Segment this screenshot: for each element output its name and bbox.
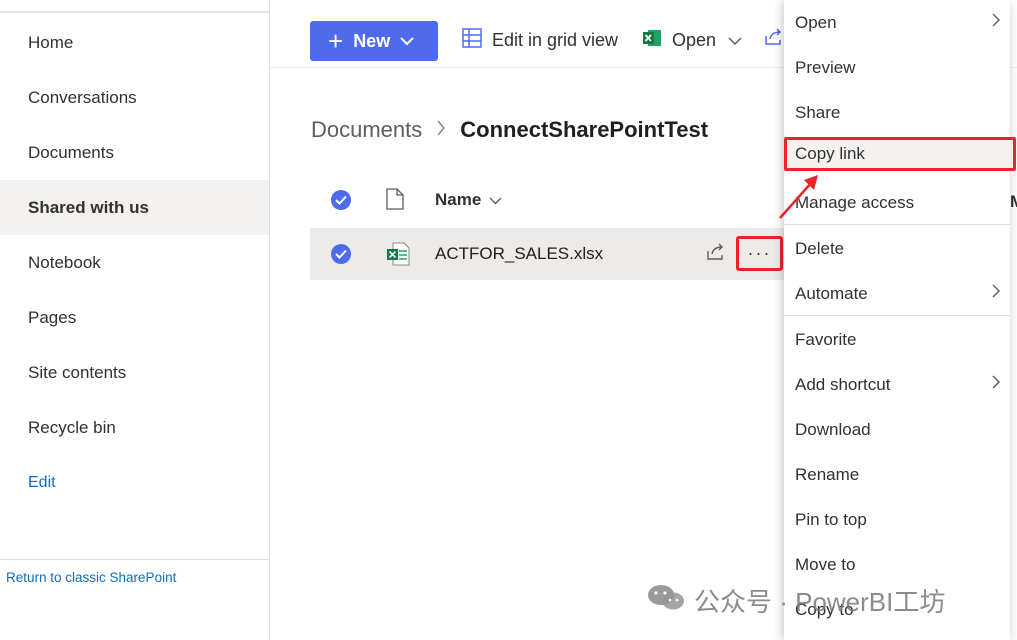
menu-item-rename[interactable]: Rename — [784, 452, 1010, 497]
edit-label: Edit — [28, 473, 56, 491]
table-row[interactable]: ACTFOR_SALES.xlsx ··· — [310, 228, 784, 280]
breadcrumb-current: ConnectSharePointTest — [460, 117, 709, 142]
menu-item-automate[interactable]: Automate — [784, 271, 1010, 316]
watermark: 公众号 · PowerBI工坊 — [646, 582, 945, 619]
nav-item-label: Home — [28, 32, 74, 52]
menu-item-label: Download — [795, 419, 871, 439]
nav-item-shared-with-us[interactable]: Shared with us — [0, 180, 269, 235]
grid-icon — [462, 28, 482, 53]
context-menu: Open Preview Share Copy link Manage acce… — [784, 0, 1010, 640]
share-icon[interactable] — [706, 243, 726, 266]
menu-item-label: Delete — [795, 238, 845, 258]
share-icon — [764, 28, 784, 51]
return-to-classic-link[interactable]: Return to classic SharePoint — [6, 570, 176, 585]
select-all-checkbox[interactable] — [331, 190, 351, 210]
nav-item-label: Conversations — [28, 87, 137, 107]
nav-item-pages[interactable]: Pages — [0, 290, 269, 345]
menu-item-share[interactable]: Share — [784, 90, 1010, 135]
new-button[interactable]: + New — [310, 21, 438, 61]
nav-item-label: Pages — [28, 307, 77, 327]
top-divider — [0, 11, 270, 13]
menu-item-move-to[interactable]: Move to — [784, 542, 1010, 587]
menu-item-pin-to-top[interactable]: Pin to top — [784, 497, 1010, 542]
menu-item-label: Rename — [795, 464, 860, 484]
left-navigation: Home Conversations Documents Shared with… — [0, 0, 270, 640]
name-column-header[interactable]: Name — [435, 190, 502, 210]
menu-item-label: Pin to top — [795, 509, 867, 529]
nav-item-label: Recycle bin — [28, 417, 116, 437]
menu-item-label: Share — [795, 102, 841, 122]
file-type-icon — [386, 188, 404, 215]
menu-divider — [784, 315, 1010, 316]
menu-item-favorite[interactable]: Favorite — [784, 317, 1010, 362]
share-toolbar-button[interactable] — [764, 28, 784, 51]
nav-edit-link[interactable]: Edit — [0, 455, 269, 510]
nav-item-recycle-bin[interactable]: Recycle bin — [0, 400, 269, 455]
menu-item-label: Open — [795, 12, 837, 32]
nav-item-notebook[interactable]: Notebook — [0, 235, 269, 290]
menu-item-preview[interactable]: Preview — [784, 45, 1010, 90]
menu-item-open[interactable]: Open — [784, 0, 1010, 45]
nav-item-conversations[interactable]: Conversations — [0, 70, 269, 125]
more-actions-button[interactable]: ··· — [736, 236, 783, 271]
breadcrumb-root[interactable]: Documents — [311, 117, 422, 143]
chevron-right-icon — [436, 120, 446, 141]
chevron-right-icon — [992, 13, 1000, 32]
menu-item-add-shortcut[interactable]: Add shortcut — [784, 362, 1010, 407]
file-name[interactable]: ACTFOR_SALES.xlsx — [435, 244, 603, 264]
nav-item-documents[interactable]: Documents — [0, 125, 269, 180]
excel-file-icon — [386, 242, 410, 271]
plus-icon: + — [328, 26, 344, 56]
chevron-down-icon — [728, 33, 742, 49]
menu-item-label: Preview — [795, 57, 856, 77]
menu-item-label: Add shortcut — [795, 374, 891, 394]
chevron-right-icon — [992, 375, 1000, 394]
chevron-down-icon — [400, 33, 414, 49]
nav-item-label: Documents — [28, 142, 114, 162]
chevron-right-icon — [992, 284, 1000, 303]
chevron-down-icon — [489, 193, 502, 208]
menu-item-delete[interactable]: Delete — [784, 226, 1010, 271]
row-checkbox[interactable] — [331, 244, 351, 264]
wechat-icon — [646, 582, 686, 619]
watermark-text: 公众号 · PowerBI工坊 — [694, 587, 946, 617]
open-label: Open — [672, 30, 717, 50]
nav-item-site-contents[interactable]: Site contents — [0, 345, 269, 400]
nav-item-label: Site contents — [28, 362, 127, 382]
menu-item-download[interactable]: Download — [784, 407, 1010, 452]
ellipsis-icon: ··· — [747, 243, 772, 263]
menu-item-label: Automate — [795, 283, 868, 303]
menu-item-label: Favorite — [795, 329, 857, 349]
edit-grid-view-button[interactable]: Edit in grid view — [462, 28, 618, 53]
menu-item-label: Move to — [795, 554, 856, 574]
list-header: Name — [310, 178, 784, 222]
excel-icon — [642, 28, 662, 53]
nav-item-home[interactable]: Home — [0, 15, 269, 70]
breadcrumb: Documents ConnectSharePointTest — [311, 117, 708, 143]
nav-item-label: Shared with us — [28, 197, 149, 217]
edit-grid-view-label: Edit in grid view — [492, 30, 619, 50]
open-button[interactable]: Open — [642, 28, 742, 53]
new-button-label: New — [353, 30, 391, 51]
name-column-label: Name — [435, 190, 482, 209]
nav-item-label: Notebook — [28, 252, 101, 272]
nav-divider — [0, 559, 269, 560]
cutoff-column-header: M — [1010, 192, 1017, 212]
copy-link-annotation — [784, 137, 1016, 171]
annotation-arrow — [779, 175, 818, 219]
